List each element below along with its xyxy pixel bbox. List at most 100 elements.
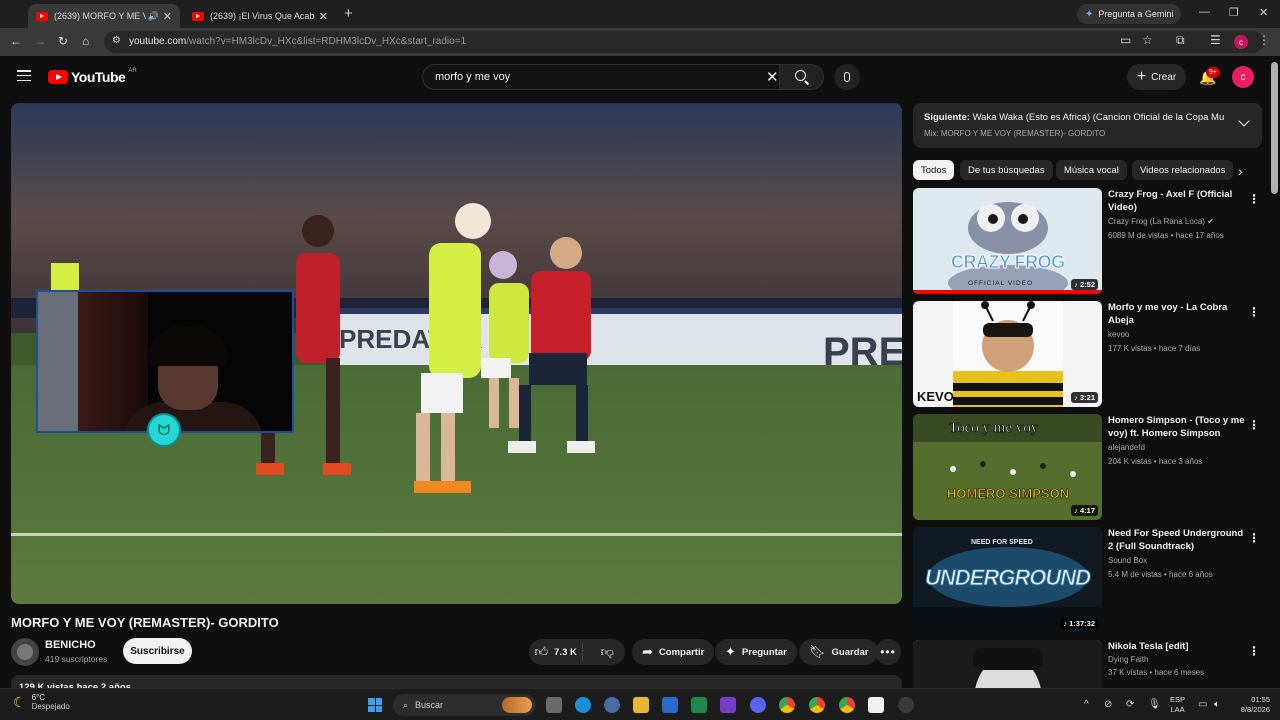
dislike-button[interactable]: 👎︎ [589, 644, 625, 660]
extensions-icon[interactable]: ⧉ [1176, 33, 1185, 48]
more-actions-icon[interactable]: ••• [875, 639, 901, 665]
search-box[interactable]: morfo y me voy ✕ [422, 64, 824, 90]
clear-search-icon[interactable]: ✕ [766, 68, 779, 86]
chrome-icon-2[interactable] [809, 697, 825, 713]
weather-widget[interactable]: ☾ 6°C Despejado [13, 693, 70, 711]
channel-name[interactable]: BENICHO [45, 639, 96, 651]
like-dislike-group: 👍︎ 7.3 K 👎︎ [529, 639, 625, 665]
recommendation-channel[interactable]: Dying Faith [1108, 655, 1148, 664]
share-button[interactable]: ➦ Compartir [632, 639, 715, 665]
more-options-icon[interactable]: ⋮ [1248, 305, 1260, 319]
language-indicator[interactable]: ESP LAA [1170, 695, 1185, 715]
video-thumbnail[interactable]: KEVO ♪ 3:21 [913, 301, 1102, 407]
browser-tab-active[interactable]: (2639) MORFO Y ME VOY (R 🔊 ✕ [28, 4, 180, 28]
tray-mic-icon[interactable]: 🎙︎ [1148, 699, 1161, 710]
steam-icon[interactable] [898, 697, 914, 713]
create-button[interactable]: + Crear [1127, 64, 1186, 90]
subscribe-button[interactable]: Suscribirse [123, 638, 192, 664]
tray-app-icon[interactable]: ⊘ [1104, 699, 1112, 710]
chrome-icon-3[interactable] [839, 697, 855, 713]
tray-sync-icon[interactable]: ⟳ [1126, 699, 1134, 710]
close-tab-icon[interactable]: ✕ [319, 10, 328, 23]
recommendation-title[interactable]: Need For Speed Underground 2 (Full Sound… [1108, 527, 1248, 553]
recommendation-title[interactable]: Morfo y me voy - La Cobra Abeja [1108, 301, 1248, 327]
chevron-right-icon[interactable]: › [1238, 163, 1243, 179]
recommendation-item[interactable]: KEVO ♪ 3:21 Morfo y me voy - La Cobra Ab… [913, 301, 1268, 407]
discord-icon[interactable] [750, 697, 766, 713]
account-avatar[interactable]: c [1232, 66, 1254, 88]
youtube-logo[interactable]: YouTube AR [48, 68, 137, 85]
tray-chevron-icon[interactable]: ^ [1084, 699, 1089, 710]
site-info-icon[interactable]: ⚙ [112, 35, 121, 46]
ask-button[interactable]: ✦ Preguntar [715, 639, 797, 665]
recommendation-item[interactable]: CRAZY FROG OFFICIAL VIDEO ♪ 2:52 Crazy F… [913, 188, 1268, 294]
recommendation-title[interactable]: Crazy Frog - Axel F (Official Video) [1108, 188, 1248, 214]
search-icon: ⌕ [403, 699, 409, 710]
tray-volume-icon[interactable]: 🔈︎ [1214, 699, 1220, 710]
video-thumbnail[interactable]: NEED FOR SPEED UNDERGROUND ♪ 1:37:32 [913, 527, 1102, 633]
browser-tab[interactable]: (2639) ¡El Virus Que Acabó Con ✕ [184, 4, 336, 28]
page-scrollbar[interactable] [1271, 62, 1278, 194]
cast-icon[interactable]: ▭ [1120, 33, 1131, 47]
recommendation-title[interactable]: Homero Simpson - (Toco y me voy) ft. Hom… [1108, 414, 1248, 440]
save-button[interactable]: 🔖︎ Guardar [799, 639, 879, 665]
more-options-icon[interactable]: ⋮ [1248, 644, 1260, 658]
recommendation-channel[interactable]: kevoo [1108, 330, 1129, 339]
up-next-title: Siguiente: Waka Waka (Esto es Africa) (C… [924, 112, 1224, 123]
settings-gear-icon[interactable] [604, 697, 620, 713]
address-bar[interactable]: ⚙ youtube.com/watch?v=HM3lcDv_HXc&list=R… [104, 31, 1264, 53]
chip-de-tus-busquedas[interactable]: De tus búsquedas [960, 160, 1053, 180]
video-thumbnail[interactable]: CRAZY FROG OFFICIAL VIDEO ♪ 2:52 [913, 188, 1102, 294]
back-icon[interactable]: ← [10, 34, 22, 48]
channel-avatar[interactable] [11, 638, 39, 666]
minimize-icon[interactable]: — [1199, 6, 1210, 18]
new-tab-icon[interactable]: + [344, 5, 353, 22]
word-icon[interactable] [662, 697, 678, 713]
file-explorer-icon[interactable] [633, 697, 649, 713]
store-icon[interactable] [868, 697, 884, 713]
excel-icon[interactable] [691, 697, 707, 713]
reading-list-icon[interactable]: ☰ [1210, 33, 1221, 47]
chrome-icon[interactable] [779, 697, 795, 713]
recommendation-item[interactable]: Toco y me voy HOMERO SIMPSON ♪ 4:17 Home… [913, 414, 1268, 520]
close-window-icon[interactable]: ✕ [1259, 6, 1268, 19]
search-input[interactable]: morfo y me voy [435, 71, 510, 83]
recommendation-channel[interactable]: Sound Box [1108, 556, 1147, 565]
voice-search-button[interactable] [834, 64, 860, 90]
home-icon[interactable]: ⌂ [82, 34, 89, 48]
video-thumbnail[interactable]: Toco y me voy HOMERO SIMPSON ♪ 4:17 [913, 414, 1102, 520]
recommendation-title[interactable]: Nikola Tesla [edit] [1108, 640, 1248, 653]
close-tab-icon[interactable]: ✕ [163, 10, 172, 23]
tray-network-icon[interactable]: ▭ [1198, 699, 1207, 710]
media-app-icon[interactable] [720, 697, 736, 713]
restore-icon[interactable]: ❐ [1229, 6, 1239, 19]
recommendation-channel[interactable]: alejandefd [1108, 443, 1145, 452]
chip-musica-vocal[interactable]: Música vocal [1056, 160, 1127, 180]
hamburger-menu-icon[interactable] [17, 70, 31, 81]
windows-start-icon[interactable] [368, 698, 382, 712]
speaker-icon[interactable]: 🔊 [148, 11, 159, 22]
more-options-icon[interactable]: ⋮ [1248, 418, 1260, 432]
browser-profile-avatar[interactable]: c [1234, 35, 1248, 49]
more-options-icon[interactable]: ⋮ [1248, 531, 1260, 545]
gemini-button[interactable]: ✦ Pregunta a Gemini [1077, 4, 1182, 24]
edge-icon[interactable] [575, 697, 591, 713]
task-view-icon[interactable] [546, 697, 562, 713]
forward-icon[interactable]: → [34, 34, 46, 48]
taskbar-clock[interactable]: 01:55 8/8/2026 [1232, 695, 1270, 715]
logo-text: YouTube [71, 69, 126, 85]
more-options-icon[interactable]: ⋮ [1248, 192, 1260, 206]
chevron-down-icon[interactable] [1238, 115, 1250, 127]
chip-videos-relacionados[interactable]: Videos relacionados [1132, 160, 1234, 180]
taskbar-search[interactable]: ⌕ Buscar [393, 694, 536, 716]
up-next-panel[interactable]: Siguiente: Waka Waka (Esto es Africa) (C… [913, 103, 1262, 148]
chip-todos[interactable]: Todos [913, 160, 955, 180]
browser-menu-icon[interactable]: ⋮ [1258, 33, 1270, 47]
weather-temp: 6°C [31, 693, 45, 702]
search-button[interactable] [779, 65, 823, 89]
like-button[interactable]: 👍︎ 7.3 K [529, 643, 584, 661]
bookmark-star-icon[interactable]: ☆ [1142, 33, 1153, 47]
recommendation-channel[interactable]: Crazy Frog (La Rana Loca) ✔ [1108, 217, 1214, 226]
reload-icon[interactable]: ↻ [58, 34, 68, 48]
recommendation-item[interactable]: NEED FOR SPEED UNDERGROUND ♪ 1:37:32 Nee… [913, 527, 1268, 633]
